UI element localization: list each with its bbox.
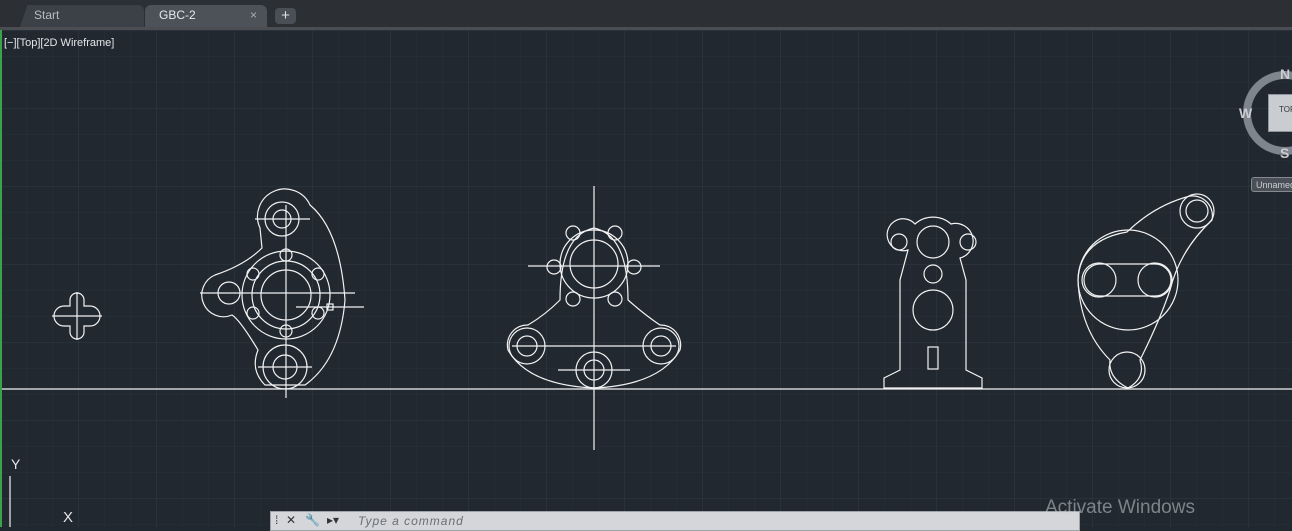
viewcube-south-label[interactable]: S (1280, 145, 1289, 161)
new-tab-button[interactable]: + (275, 8, 296, 24)
viewcube-west-label[interactable]: W (1239, 105, 1252, 121)
wcs-menu-button[interactable]: Unnamed (1251, 177, 1292, 192)
close-command-icon[interactable]: ✕ (286, 513, 296, 527)
drawing-canvas[interactable] (0, 30, 1292, 527)
viewcube-top-face[interactable]: TOP (1268, 94, 1292, 132)
grid-major (0, 30, 1292, 527)
tab-start-label: Start (34, 8, 60, 22)
tab-gbc-2[interactable]: GBC-2 × (145, 5, 267, 27)
ucs-y-label: Y (11, 456, 21, 472)
command-line: ⁞ ✕ 🔧 ▸▾ (270, 511, 1080, 531)
recent-commands-icon[interactable]: ▸▾ (327, 513, 339, 527)
customize-wrench-icon[interactable]: 🔧 (305, 513, 320, 527)
close-icon[interactable]: × (250, 5, 257, 26)
tab-start[interactable]: Start (20, 5, 144, 27)
ucs-x-label: X (63, 509, 74, 526)
grip-icon[interactable]: ⁞ (275, 513, 278, 527)
tab-gbc-2-label: GBC-2 (159, 8, 196, 22)
activate-windows-watermark: Activate Windows (1045, 497, 1195, 518)
viewcube-north-label[interactable]: N (1280, 66, 1290, 82)
viewport-controls[interactable]: [−][Top][2D Wireframe] (4, 37, 114, 49)
viewport-left-edge (0, 30, 2, 527)
document-tab-bar: Start GBC-2 × + (0, 0, 1292, 30)
